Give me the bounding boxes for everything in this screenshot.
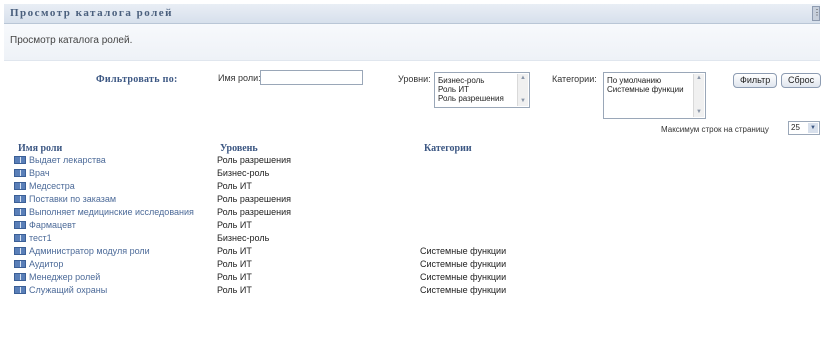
role-name-link[interactable]: тест1 (14, 233, 52, 243)
role-icon (14, 182, 26, 190)
filter-button[interactable]: Фильтр (733, 73, 777, 88)
page-description: Просмотр каталога ролей. (10, 35, 133, 46)
role-level: Роль ИТ (217, 181, 252, 191)
role-icon (14, 156, 26, 164)
page-title: Просмотр каталога ролей (10, 7, 173, 19)
role-category: Системные функции (420, 285, 507, 295)
role-level: Роль разрешения (217, 155, 291, 165)
role-name-label: Имя роли: (218, 73, 261, 83)
table-row: Администратор модуля роли Роль ИТ Систем… (0, 246, 816, 259)
role-category: Системные функции (420, 246, 507, 256)
role-name-link[interactable]: Служащий охраны (14, 285, 107, 295)
table-row: тест1 Бизнес-роль (0, 233, 816, 246)
table-row: Выполняет медицинские исследования Роль … (0, 207, 816, 220)
role-level: Бизнес-роль (217, 233, 270, 243)
categories-option[interactable]: Системные функции (607, 85, 702, 94)
scroll-up-icon[interactable]: ▲ (694, 74, 704, 83)
header-role-name[interactable]: Имя роли (18, 143, 62, 154)
chevron-down-icon[interactable]: ▼ (808, 123, 818, 133)
levels-listbox[interactable]: Бизнес-роль Роль ИТ Роль разрешения ▲ ▼ (434, 72, 530, 108)
table-row: Выдает лекарства Роль разрешения (0, 155, 816, 168)
role-name-link[interactable]: Администратор модуля роли (14, 246, 150, 256)
categories-scrollbar[interactable]: ▲ ▼ (693, 74, 704, 117)
role-category: Системные функции (420, 272, 507, 282)
categories-label: Категории: (552, 74, 597, 84)
categories-listbox[interactable]: По умолчанию Системные функции ▲ ▼ (603, 72, 706, 119)
role-icon (14, 208, 26, 216)
role-icon (14, 260, 26, 268)
description-bar: Просмотр каталога ролей. (4, 24, 820, 61)
role-level: Роль ИТ (217, 272, 252, 282)
table-row: Поставки по заказам Роль разрешения (0, 194, 816, 207)
levels-option[interactable]: Роль ИТ (438, 85, 526, 94)
role-name-link[interactable]: Менеджер ролей (14, 272, 100, 282)
role-level: Роль ИТ (217, 259, 252, 269)
scroll-up-icon[interactable]: ▲ (518, 74, 528, 83)
table-row: Медсестра Роль ИТ (0, 181, 816, 194)
portlet-menu-icon[interactable]: ⋮ (812, 6, 821, 21)
filter-by-label: Фильтровать по: (96, 74, 178, 85)
role-name-input[interactable] (260, 70, 363, 85)
reset-button[interactable]: Сброс (781, 73, 821, 88)
max-rows-value: 25 (791, 123, 800, 132)
levels-scrollbar[interactable]: ▲ ▼ (517, 74, 528, 106)
table-row: Служащий охраны Роль ИТ Системные функци… (0, 285, 816, 298)
table-row: Менеджер ролей Роль ИТ Системные функции (0, 272, 816, 285)
role-name-link[interactable]: Врач (14, 168, 50, 178)
role-name-link[interactable]: Медсестра (14, 181, 75, 191)
scroll-down-icon[interactable]: ▼ (694, 108, 704, 117)
header-categories[interactable]: Категории (424, 143, 472, 154)
role-level: Роль ИТ (217, 220, 252, 230)
role-name-link[interactable]: Выдает лекарства (14, 155, 106, 165)
role-icon (14, 286, 26, 294)
role-icon (14, 169, 26, 177)
header-level[interactable]: Уровень (220, 143, 258, 154)
table-row: Фармацевт Роль ИТ (0, 220, 816, 233)
role-level: Роль ИТ (217, 246, 252, 256)
role-level: Роль ИТ (217, 285, 252, 295)
role-name-link[interactable]: Выполняет медицинские исследования (14, 207, 194, 217)
role-category: Системные функции (420, 259, 507, 269)
levels-option[interactable]: Роль разрешения (438, 94, 526, 103)
role-name-link[interactable]: Поставки по заказам (14, 194, 116, 204)
table-row: Аудитор Роль ИТ Системные функции (0, 259, 816, 272)
scroll-down-icon[interactable]: ▼ (518, 97, 528, 106)
levels-option[interactable]: Бизнес-роль (438, 76, 526, 85)
portlet-titlebar: Просмотр каталога ролей ⋮ (4, 4, 821, 24)
max-rows-select[interactable]: 25 ▼ (788, 121, 820, 135)
role-icon (14, 221, 26, 229)
role-icon (14, 273, 26, 281)
role-icon (14, 195, 26, 203)
table-row: Врач Бизнес-роль (0, 168, 816, 181)
role-icon (14, 234, 26, 242)
role-level: Роль разрешения (217, 207, 291, 217)
max-rows-label: Максимум строк на страницу (661, 125, 769, 134)
role-level: Бизнес-роль (217, 168, 270, 178)
levels-label: Уровни: (398, 74, 431, 84)
role-name-link[interactable]: Фармацевт (14, 220, 76, 230)
role-level: Роль разрешения (217, 194, 291, 204)
categories-option[interactable]: По умолчанию (607, 76, 702, 85)
role-icon (14, 247, 26, 255)
role-name-link[interactable]: Аудитор (14, 259, 63, 269)
